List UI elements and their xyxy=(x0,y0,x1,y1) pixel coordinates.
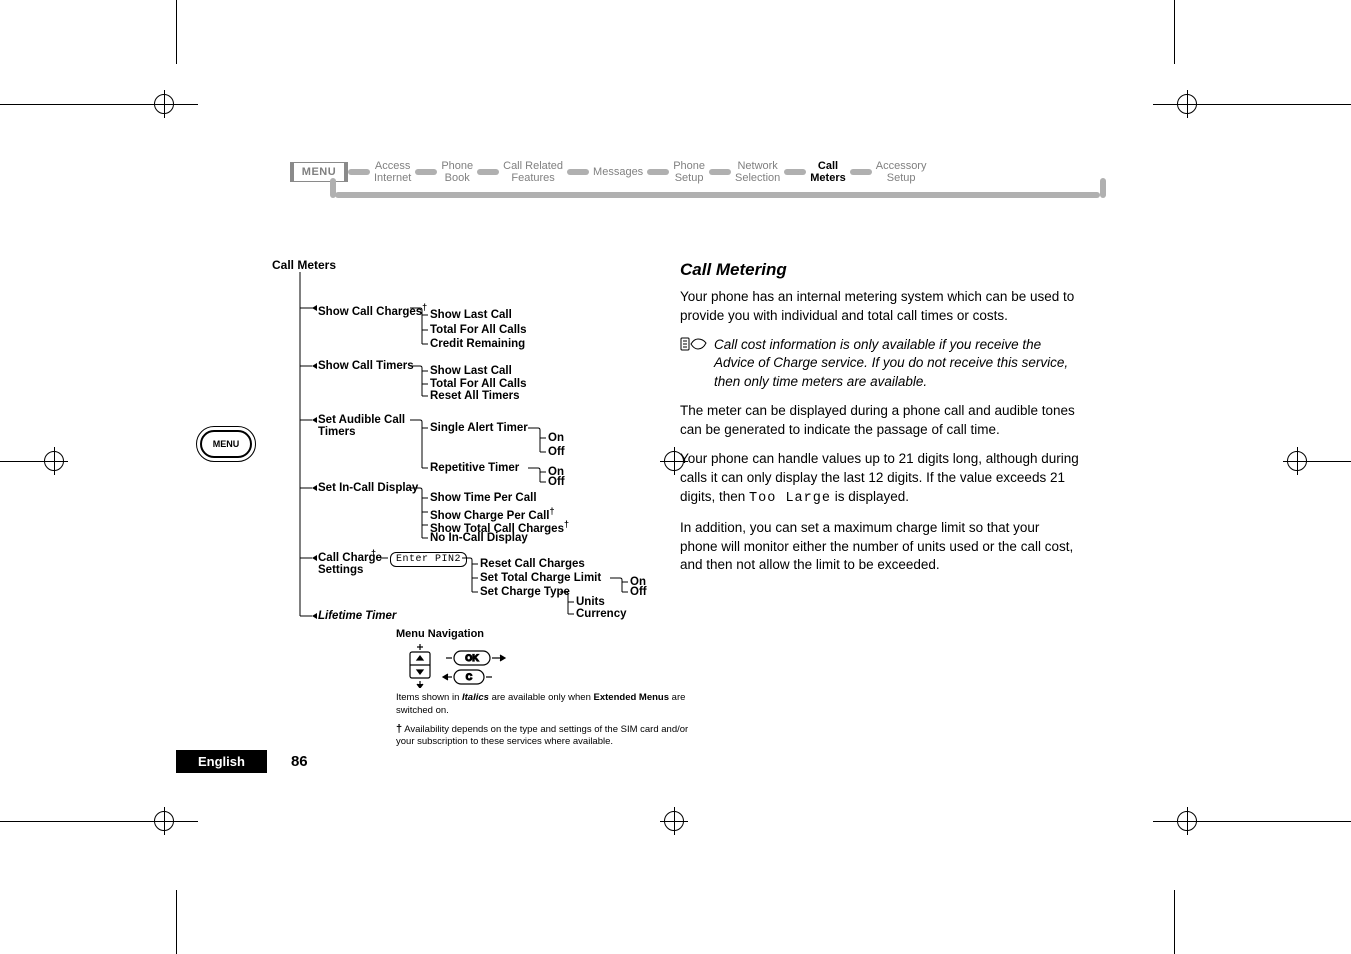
crumb: Call Related Features xyxy=(499,160,567,184)
crumb: Phone Setup xyxy=(669,160,709,184)
crumb-active: Call Meters xyxy=(806,160,849,184)
nav-keys-icon: OK C xyxy=(396,644,516,688)
crop-mark xyxy=(176,890,177,954)
paragraph: The meter can be displayed during a phon… xyxy=(680,402,1080,440)
joint-icon xyxy=(477,169,499,175)
display-code: Too Large xyxy=(749,491,831,506)
svg-text:C: C xyxy=(466,672,473,682)
register-mark-icon xyxy=(150,90,178,118)
menu-key-icon: MENU xyxy=(200,430,252,458)
nav-header: Menu Navigation xyxy=(396,628,696,640)
tree-node: Show Call Timers xyxy=(318,360,414,372)
section-heading: Call Metering xyxy=(680,258,1080,282)
manual-page: MENU Access Internet Phone Book Call Rel… xyxy=(0,0,1351,954)
footer-page-number: 86 xyxy=(291,753,308,770)
tree-leaf: Reset All Timers xyxy=(430,390,519,402)
joint-icon xyxy=(567,169,589,175)
register-mark-icon xyxy=(150,807,178,835)
nav-note-italics: Items shown in Italics are available onl… xyxy=(396,692,696,718)
body-text: Call Metering Your phone has an internal… xyxy=(680,258,1080,585)
joint-icon xyxy=(348,169,370,175)
nav-note-dagger: † Availability depends on the type and s… xyxy=(396,722,696,750)
tree-node: Set In-Call Display xyxy=(318,482,418,494)
tree-leaf: Show Last Call xyxy=(430,309,512,321)
menu-root-box: MENU xyxy=(290,162,348,182)
tree-leaf: Show Last Call xyxy=(430,365,512,377)
tree-leaf: Set Charge Type xyxy=(480,586,570,598)
menu-rail-cap xyxy=(330,178,336,198)
crumb: Messages xyxy=(589,166,647,178)
paragraph: Your phone has an internal metering syst… xyxy=(680,288,1080,326)
tree-leaf: Reset Call Charges xyxy=(480,558,585,570)
tree-leaf: Single Alert Timer xyxy=(430,422,528,434)
menu-breadcrumb: MENU Access Internet Phone Book Call Rel… xyxy=(290,156,1090,204)
crop-mark xyxy=(1174,0,1175,64)
tree-leaf: Off xyxy=(548,446,565,458)
crop-mark xyxy=(1174,890,1175,954)
register-mark-icon xyxy=(1283,447,1311,475)
page-footer: English 86 xyxy=(176,749,308,773)
joint-icon xyxy=(647,169,669,175)
menu-key-label: MENU xyxy=(213,439,240,449)
crumb: Network Selection xyxy=(731,160,784,184)
tree-leaf: Off xyxy=(548,476,565,488)
joint-icon xyxy=(784,169,806,175)
crumb: Phone Book xyxy=(437,160,477,184)
crop-mark xyxy=(176,0,177,64)
register-mark-icon xyxy=(1173,807,1201,835)
tree-leaf: Credit Remaining xyxy=(430,338,525,350)
menu-navigation-panel: Menu Navigation OK C Items shown in Ital… xyxy=(396,628,696,749)
paragraph: Your phone can handle values up to 21 di… xyxy=(680,450,1080,509)
menu-crumbs: Access Internet Phone Book Call Related … xyxy=(348,156,930,188)
tree-leaf: Off xyxy=(630,586,647,598)
tree-node-dagger: † xyxy=(371,548,376,564)
footer-language: English xyxy=(176,750,267,773)
tree-leaf: Units xyxy=(576,596,605,608)
joint-icon xyxy=(709,169,731,175)
tree-leaf: Set Total Charge Limit xyxy=(480,572,601,584)
tree-leaf: No In-Call Display xyxy=(430,532,528,544)
tree-leaf: Show Time Per Call xyxy=(430,492,537,504)
register-mark-icon xyxy=(660,807,688,835)
tree-leaf: Total For All Calls xyxy=(430,378,526,390)
crumb: Accessory Setup xyxy=(872,160,931,184)
joint-icon xyxy=(850,169,872,175)
menu-rail xyxy=(335,192,1100,198)
paragraph: In addition, you can set a maximum charg… xyxy=(680,519,1080,576)
register-mark-icon xyxy=(1173,90,1201,118)
tree-leaf: Repetitive Timer xyxy=(430,462,519,474)
tree-node: Lifetime Timer xyxy=(318,610,396,622)
enter-pin2-prompt: Enter PIN2 xyxy=(390,552,467,567)
tree-leaf: Currency xyxy=(576,608,627,620)
note-hand-icon xyxy=(680,336,708,352)
info-note: Call cost information is only available … xyxy=(680,336,1080,393)
register-mark-icon xyxy=(40,447,68,475)
menu-rail-cap xyxy=(1100,178,1106,198)
tree-node: Set Audible Call Timers xyxy=(318,414,405,438)
crumb: Access Internet xyxy=(370,160,415,184)
note-text: Call cost information is only available … xyxy=(714,336,1080,393)
tree-leaf: On xyxy=(548,432,564,444)
svg-text:OK: OK xyxy=(465,653,479,663)
tree-leaf: Total For All Calls xyxy=(430,324,526,336)
joint-icon xyxy=(415,169,437,175)
menu-root-label: MENU xyxy=(302,166,336,178)
tree-node: Show Call Charges† xyxy=(318,302,427,318)
